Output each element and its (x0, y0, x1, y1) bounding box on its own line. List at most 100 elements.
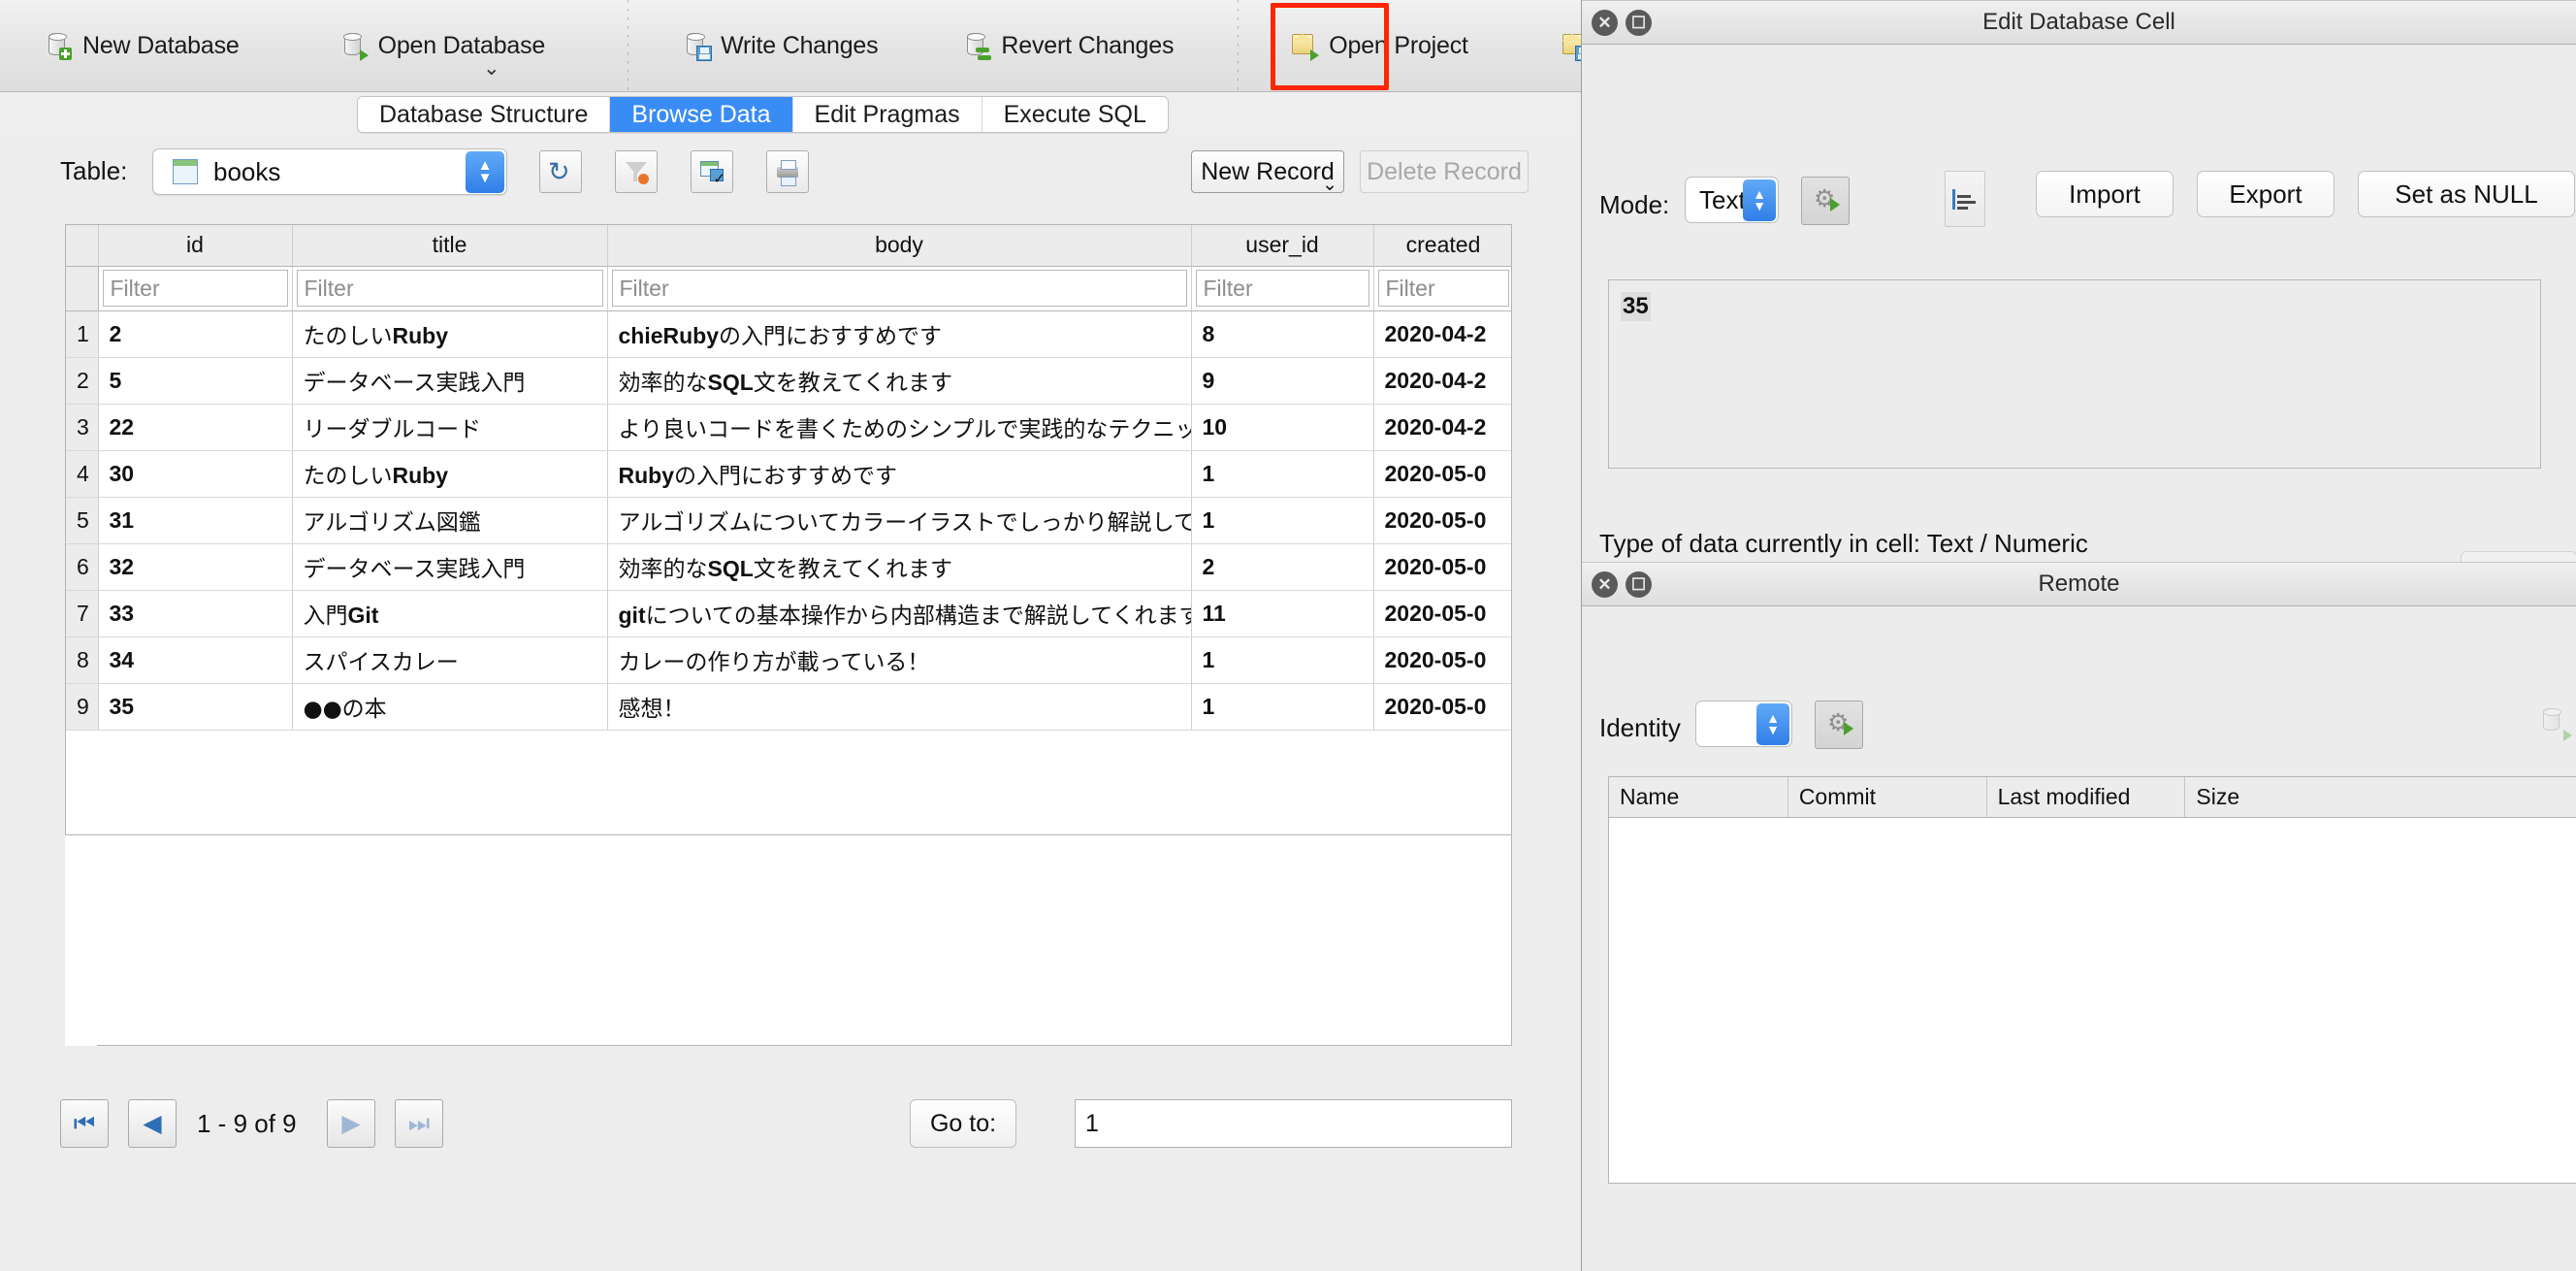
toolbar-new-database[interactable]: New Database (21, 0, 261, 92)
import-button[interactable]: Import (2036, 171, 2174, 217)
cell-title[interactable]: スパイスカレー (292, 636, 608, 684)
filter-input-id[interactable]: Filter (102, 270, 288, 307)
column-header-created[interactable]: created (1373, 225, 1511, 267)
tab-browse-data[interactable]: Browse Data (610, 97, 793, 132)
cell-title[interactable]: リーダブルコード (292, 404, 608, 451)
cell-body[interactable]: より良いコードを書くためのシンプルで実践的なテクニック (607, 404, 1192, 451)
toolbar-open-project[interactable]: Open Project (1268, 0, 1490, 92)
cell-id[interactable]: 35 (98, 683, 293, 731)
cell-body[interactable]: 感想！ (607, 683, 1192, 731)
new-record-button[interactable]: New Record ⌄ (1191, 150, 1344, 194)
table-row[interactable]: 9 35 ●●の本 感想！ 1 2020‑05‑0 (66, 683, 1511, 731)
remote-file-list[interactable]: Name Commit Last modified Size (1608, 776, 2576, 1184)
cell-created[interactable]: 2020‑04‑2 (1373, 310, 1511, 358)
tab-edit-pragmas[interactable]: Edit Pragmas (792, 97, 982, 132)
save-view-button[interactable]: ✓ (691, 150, 733, 193)
remote-undock-icon[interactable]: ☐ (1626, 571, 1652, 598)
cell-id[interactable]: 34 (98, 636, 293, 684)
column-header-user-id[interactable]: user_id (1191, 225, 1374, 267)
filter-button[interactable] (615, 150, 658, 193)
table-row[interactable]: 3 22 リーダブルコード より良いコードを書くためのシンプルで実践的なテクニック 10… (66, 404, 1511, 451)
toolbar-revert-changes[interactable]: Revert Changes (940, 0, 1195, 92)
refresh-button[interactable] (539, 150, 582, 193)
next-page-button[interactable]: ▶ (327, 1099, 375, 1148)
table-row[interactable]: 6 32 データベース実践入門 効率的なSQL文を教えてくれます 2 2020‑05‑0 (66, 543, 1511, 591)
toolbar-write-changes[interactable]: Write Changes (660, 0, 899, 92)
table-row[interactable]: 8 34 スパイスカレー カレーの作り方が載っている！ 1 2020‑05‑0 (66, 636, 1511, 684)
column-header-title[interactable]: title (292, 225, 608, 267)
table-selector-dropdown[interactable]: books ▲ ▼ (152, 148, 507, 195)
cell-created[interactable]: 2020‑05‑0 (1373, 683, 1511, 731)
cell-created[interactable]: 2020‑04‑2 (1373, 357, 1511, 405)
cell-title[interactable]: ●●の本 (292, 683, 608, 731)
cell-user-id[interactable]: 8 (1191, 310, 1374, 358)
row-number[interactable]: 5 (66, 497, 99, 544)
cell-user-id[interactable]: 11 (1191, 590, 1374, 637)
row-number[interactable]: 2 (66, 357, 99, 405)
table-row[interactable]: 2 5 データベース実践入門 効率的なSQL文を教えてくれます 9 2020‑04‑2 (66, 357, 1511, 405)
cell-user-id[interactable]: 10 (1191, 404, 1374, 451)
filter-cell-title[interactable]: Filter (292, 266, 608, 311)
print-button[interactable] (766, 150, 809, 193)
cell-created[interactable]: 2020‑05‑0 (1373, 543, 1511, 591)
row-number[interactable]: 8 (66, 636, 99, 684)
mode-stepper[interactable]: ▲ ▼ (1743, 179, 1776, 221)
cell-id[interactable]: 32 (98, 543, 293, 591)
table-row[interactable]: 531アルゴリズム図鑑アルゴリズムについてカラーイラストでしっかり解説してくれま… (66, 497, 1511, 544)
cell-created[interactable]: 2020‑05‑0 (1373, 636, 1511, 684)
row-number[interactable]: 1 (66, 310, 99, 358)
cell-id[interactable]: 2 (98, 310, 293, 358)
cell-title[interactable]: たのしいRuby (292, 450, 608, 498)
goto-button[interactable]: Go to: (910, 1099, 1016, 1148)
remote-push-icon[interactable] (2535, 701, 2574, 747)
word-wrap-button[interactable] (1945, 171, 1985, 227)
row-number[interactable]: 7 (66, 590, 99, 637)
cell-created[interactable]: 2020‑05‑0 (1373, 590, 1511, 637)
delete-record-button[interactable]: Delete Record (1360, 150, 1529, 193)
row-number[interactable]: 6 (66, 543, 99, 591)
cell-user-id[interactable]: 9 (1191, 357, 1374, 405)
cell-id[interactable]: 33 (98, 590, 293, 637)
cell-body[interactable]: Rubyの入門におすすめです (607, 450, 1192, 498)
toolbar-open-database[interactable]: Open Database (317, 0, 567, 92)
toolbar-overflow-chevron-icon[interactable]: ⌄ (483, 58, 500, 79)
filter-cell-id[interactable]: Filter (98, 266, 293, 311)
apply-settings-button[interactable] (1801, 177, 1850, 225)
row-number[interactable]: 3 (66, 404, 99, 451)
cell-user-id[interactable]: 1 (1191, 636, 1374, 684)
filter-cell-user-id[interactable]: Filter (1191, 266, 1374, 311)
cell-body[interactable]: gitについての基本操作から内部構造まで解説してくれます (607, 590, 1192, 637)
table-row[interactable]: 7 33 入門Git gitについての基本操作から内部構造まで解説してくれます 11 20… (66, 590, 1511, 637)
edit-cell-undock-icon[interactable]: ☐ (1626, 10, 1652, 36)
remote-column-commit[interactable]: Commit (1788, 777, 1987, 817)
tab-database-structure[interactable]: Database Structure (358, 97, 611, 132)
cell-id[interactable]: 31 (98, 497, 293, 544)
goto-input[interactable]: 1 (1075, 1099, 1512, 1148)
filter-input-user-id[interactable]: Filter (1195, 270, 1369, 307)
table-row[interactable]: 4 30 たのしいRuby Rubyの入門におすすめです 1 2020‑05‑0 (66, 450, 1511, 498)
mode-dropdown[interactable]: Text ▲ ▼ (1685, 177, 1779, 223)
filter-input-title[interactable]: Filter (296, 270, 603, 307)
filter-cell-body[interactable]: Filter (607, 266, 1192, 311)
remote-column-last-modified[interactable]: Last modified (1987, 777, 2186, 817)
cell-body[interactable]: アルゴリズムについてカラーイラストでしっかり解説してくれます (607, 497, 1192, 544)
row-number[interactable]: 4 (66, 450, 99, 498)
filter-input-body[interactable]: Filter (611, 270, 1187, 307)
edit-cell-close-icon[interactable]: ✕ (1592, 10, 1618, 36)
cell-user-id[interactable]: 1 (1191, 497, 1374, 544)
cell-id[interactable]: 30 (98, 450, 293, 498)
cell-title[interactable]: たのしいRuby (292, 310, 608, 358)
cell-id[interactable]: 5 (98, 357, 293, 405)
cell-created[interactable]: 2020‑05‑0 (1373, 450, 1511, 498)
cell-created[interactable]: 2020‑04‑2 (1373, 404, 1511, 451)
remote-settings-button[interactable] (1815, 701, 1863, 749)
last-page-button[interactable]: ⏭ (395, 1099, 443, 1148)
identity-dropdown[interactable]: ▲ ▼ (1695, 701, 1792, 747)
export-button[interactable]: Export (2197, 171, 2334, 217)
cell-title[interactable]: データベース実践入門 (292, 357, 608, 405)
cell-body[interactable]: chieRubyの入門におすすめです (607, 310, 1192, 358)
first-page-button[interactable]: ⏮ (60, 1099, 109, 1148)
cell-body[interactable]: カレーの作り方が載っている！ (607, 636, 1192, 684)
column-header-id[interactable]: id (98, 225, 293, 267)
filter-input-created[interactable]: Filter (1377, 270, 1509, 307)
